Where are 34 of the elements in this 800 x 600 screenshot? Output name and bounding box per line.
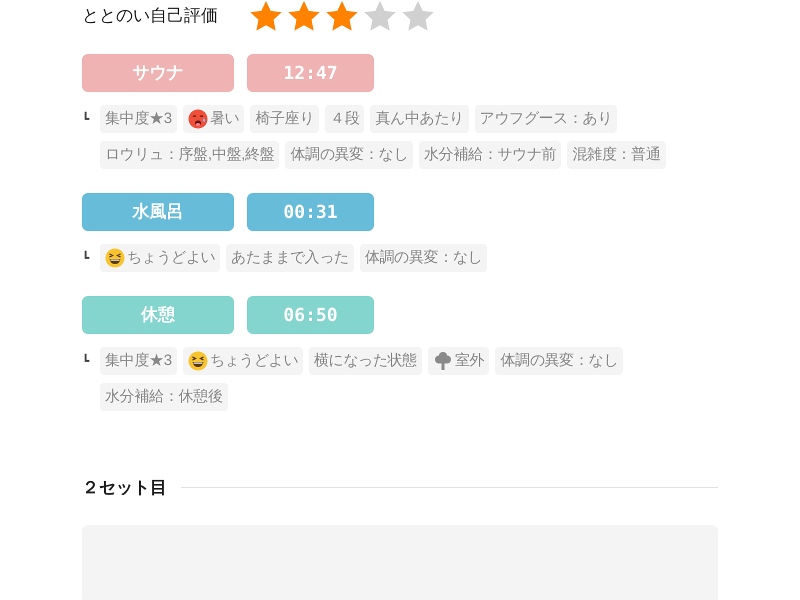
tag-text: 椅子座り bbox=[255, 108, 314, 129]
tag-text: ４段 bbox=[330, 108, 360, 129]
tag-text: 水分補給：休憩後 bbox=[105, 386, 223, 407]
tag-text: ちょうどよい bbox=[210, 350, 298, 371]
step-time-label: 00:31 bbox=[247, 193, 374, 231]
tag-text: アウフグース：あり bbox=[480, 108, 612, 129]
tag-text: 体調の異変：なし bbox=[500, 350, 618, 371]
branch-mark: ┗ bbox=[82, 110, 90, 128]
tag-text: 体調の異変：なし bbox=[364, 248, 482, 268]
tag-text: 集中度★3 bbox=[105, 350, 172, 371]
tag-text: ちょうどよい bbox=[127, 248, 216, 268]
tag-text: 集中度★3 bbox=[105, 108, 172, 129]
section-heading: ２セット目 bbox=[82, 477, 167, 499]
tag-text: あたままで入った bbox=[231, 248, 349, 268]
tag-text: 室外 bbox=[454, 350, 484, 371]
branch-mark: ┗ bbox=[82, 352, 90, 370]
step-time-label: 06:50 bbox=[247, 296, 374, 334]
laughing-face-icon bbox=[105, 248, 125, 268]
laughing-face-icon bbox=[188, 351, 208, 371]
rating-label: ととのい自己評価 bbox=[82, 5, 219, 28]
tag-text: 横になった状態 bbox=[314, 350, 417, 371]
step-name-label: 水風呂 bbox=[82, 193, 234, 231]
step-name-label: サウナ bbox=[82, 54, 234, 92]
tag-text: 水分補給：サウナ前 bbox=[424, 144, 556, 165]
branch-mark: ┗ bbox=[82, 250, 90, 267]
tag-text: ロウリュ：序盤,中盤,終盤 bbox=[105, 144, 274, 165]
tree-icon bbox=[432, 351, 453, 371]
tag-text: 真ん中あたり bbox=[375, 108, 464, 129]
step-name-label: 休憩 bbox=[82, 296, 234, 334]
tag-text: 混雑度：普通 bbox=[572, 144, 661, 165]
tag-text: 体調の異変：なし bbox=[290, 144, 408, 165]
step-time-label: 12:47 bbox=[247, 54, 374, 92]
hot-face-icon bbox=[188, 109, 208, 129]
tag-text: 暑い bbox=[210, 108, 240, 129]
